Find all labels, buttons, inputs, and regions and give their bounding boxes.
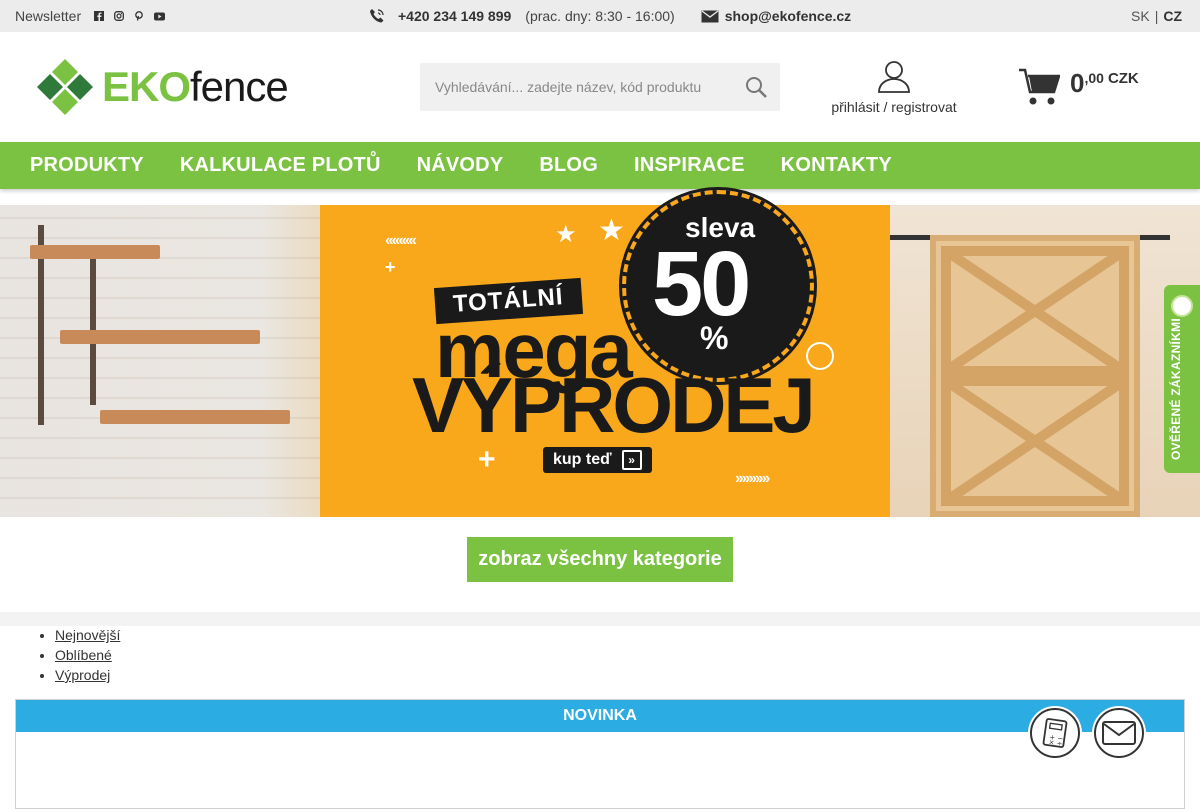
shelf-board xyxy=(100,410,290,424)
account-link[interactable]: přihlásit / registrovat xyxy=(829,59,959,115)
search-box xyxy=(420,63,780,111)
calculator-button[interactable]: + − × ÷ xyxy=(1030,708,1080,758)
shelf-pipe xyxy=(90,245,96,405)
contact-mail-button[interactable] xyxy=(1094,708,1144,758)
tab-oblibene[interactable]: Oblíbené xyxy=(55,647,112,663)
contact-info: +420 234 149 899 (prac. dny: 8:30 - 16:0… xyxy=(368,0,851,32)
verified-customers-badge[interactable]: OVĚŘENÉ ZÁKAZNÍKMI xyxy=(1164,285,1200,473)
lang-sk[interactable]: SK xyxy=(1131,8,1150,24)
cart-total-decimals: ,00 xyxy=(1084,70,1104,86)
discount-percent: % xyxy=(700,320,729,356)
nav-blog[interactable]: BLOG xyxy=(539,154,598,177)
nav-produkty[interactable]: PRODUKTY xyxy=(30,154,144,177)
cart-currency: CZK xyxy=(1107,70,1139,87)
categories-section: zobraz všechny kategorie xyxy=(0,517,1200,612)
phone-number[interactable]: +420 234 149 899 xyxy=(398,8,511,24)
shelf-board xyxy=(30,245,160,259)
svg-text:× ÷: × ÷ xyxy=(1048,738,1063,748)
verified-badge-label: OVĚŘENÉ ZÁKAZNÍKMI xyxy=(1169,317,1183,460)
banner-vyprodej: VÝPRODEJ xyxy=(412,361,816,449)
nav-kontakty[interactable]: KONTAKTY xyxy=(781,154,892,177)
chevrons-deco: ‹‹‹‹‹‹‹‹‹ xyxy=(385,232,417,249)
section-divider xyxy=(0,612,1200,626)
show-all-categories-button[interactable]: zobraz všechny kategorie xyxy=(467,537,733,582)
main-nav: PRODUKTY KALKULACE PLOTŮ NÁVODY BLOG INS… xyxy=(0,142,1200,189)
pinterest-icon[interactable] xyxy=(133,10,145,22)
banner-cta-label: kup teď xyxy=(553,451,612,468)
newsletter-link[interactable]: Newsletter xyxy=(15,8,81,24)
account-label: přihlásit / registrovat xyxy=(831,99,957,115)
tab-item: Oblíbené xyxy=(55,647,120,667)
lang-cz[interactable]: CZ xyxy=(1163,8,1182,24)
logo[interactable]: EKOfence xyxy=(30,57,289,117)
product-tabs: Nejnovější Oblíbené Výprodej xyxy=(55,627,120,687)
email-link[interactable]: shop@ekofence.cz xyxy=(725,8,851,24)
cart-icon xyxy=(1019,68,1060,105)
search-icon[interactable] xyxy=(744,75,768,99)
youtube-icon[interactable] xyxy=(153,10,165,22)
star-deco: ★ xyxy=(598,214,625,247)
envelope-icon xyxy=(1102,721,1136,745)
search-input[interactable] xyxy=(435,79,735,95)
logo-mark-icon xyxy=(37,59,93,115)
cart-total: 0 ,00 CZK xyxy=(1070,68,1139,98)
logo-text: EKOfence xyxy=(102,63,289,111)
top-bar: Newsletter +420 234 149 899 (prac. dny: … xyxy=(0,0,1200,32)
phone-icon xyxy=(370,9,384,23)
logo-eko: EKO xyxy=(102,63,191,110)
mail-icon xyxy=(701,9,719,22)
business-hours: (prac. dny: 8:30 - 16:00) xyxy=(525,8,675,24)
tab-item: Nejnovější xyxy=(55,627,120,647)
plus-deco: + xyxy=(385,257,396,277)
barn-door-image xyxy=(930,235,1140,517)
logo-fence: fence xyxy=(190,63,289,110)
banner-cta-button[interactable]: kup teď » xyxy=(543,447,652,473)
seal-icon xyxy=(1171,295,1193,317)
shelf-board xyxy=(60,330,260,344)
instagram-icon[interactable] xyxy=(113,10,125,22)
language-switcher: SK | CZ xyxy=(1131,0,1182,32)
novinka-header: NOVINKA xyxy=(16,700,1184,732)
double-chevron-right-icon: » xyxy=(621,450,642,470)
nav-navody[interactable]: NÁVODY xyxy=(417,154,504,177)
nav-kalkulace-plotu[interactable]: KALKULACE PLOTŮ xyxy=(180,154,381,177)
social-links xyxy=(93,10,165,22)
tab-item: Výprodej xyxy=(55,667,120,687)
tab-nejnovejsi[interactable]: Nejnovější xyxy=(55,627,120,643)
site-header: EKOfence přihlásit / registrovat 0 ,00 C… xyxy=(0,32,1200,142)
user-icon xyxy=(878,61,910,93)
cart[interactable]: 0 ,00 CZK xyxy=(1018,68,1139,106)
calculator-icon: + −× ÷ xyxy=(1042,718,1068,748)
facebook-icon[interactable] xyxy=(93,10,105,22)
lang-separator: | xyxy=(1154,8,1159,24)
cart-total-integer: 0 xyxy=(1070,68,1085,98)
chevrons-deco: ›››››››››› xyxy=(735,470,770,487)
star-deco: ★ xyxy=(555,221,577,248)
product-card[interactable]: NOVINKA xyxy=(15,699,1185,809)
tab-vyprodej[interactable]: Výprodej xyxy=(55,667,110,683)
nav-inspirace[interactable]: INSPIRACE xyxy=(634,154,745,177)
